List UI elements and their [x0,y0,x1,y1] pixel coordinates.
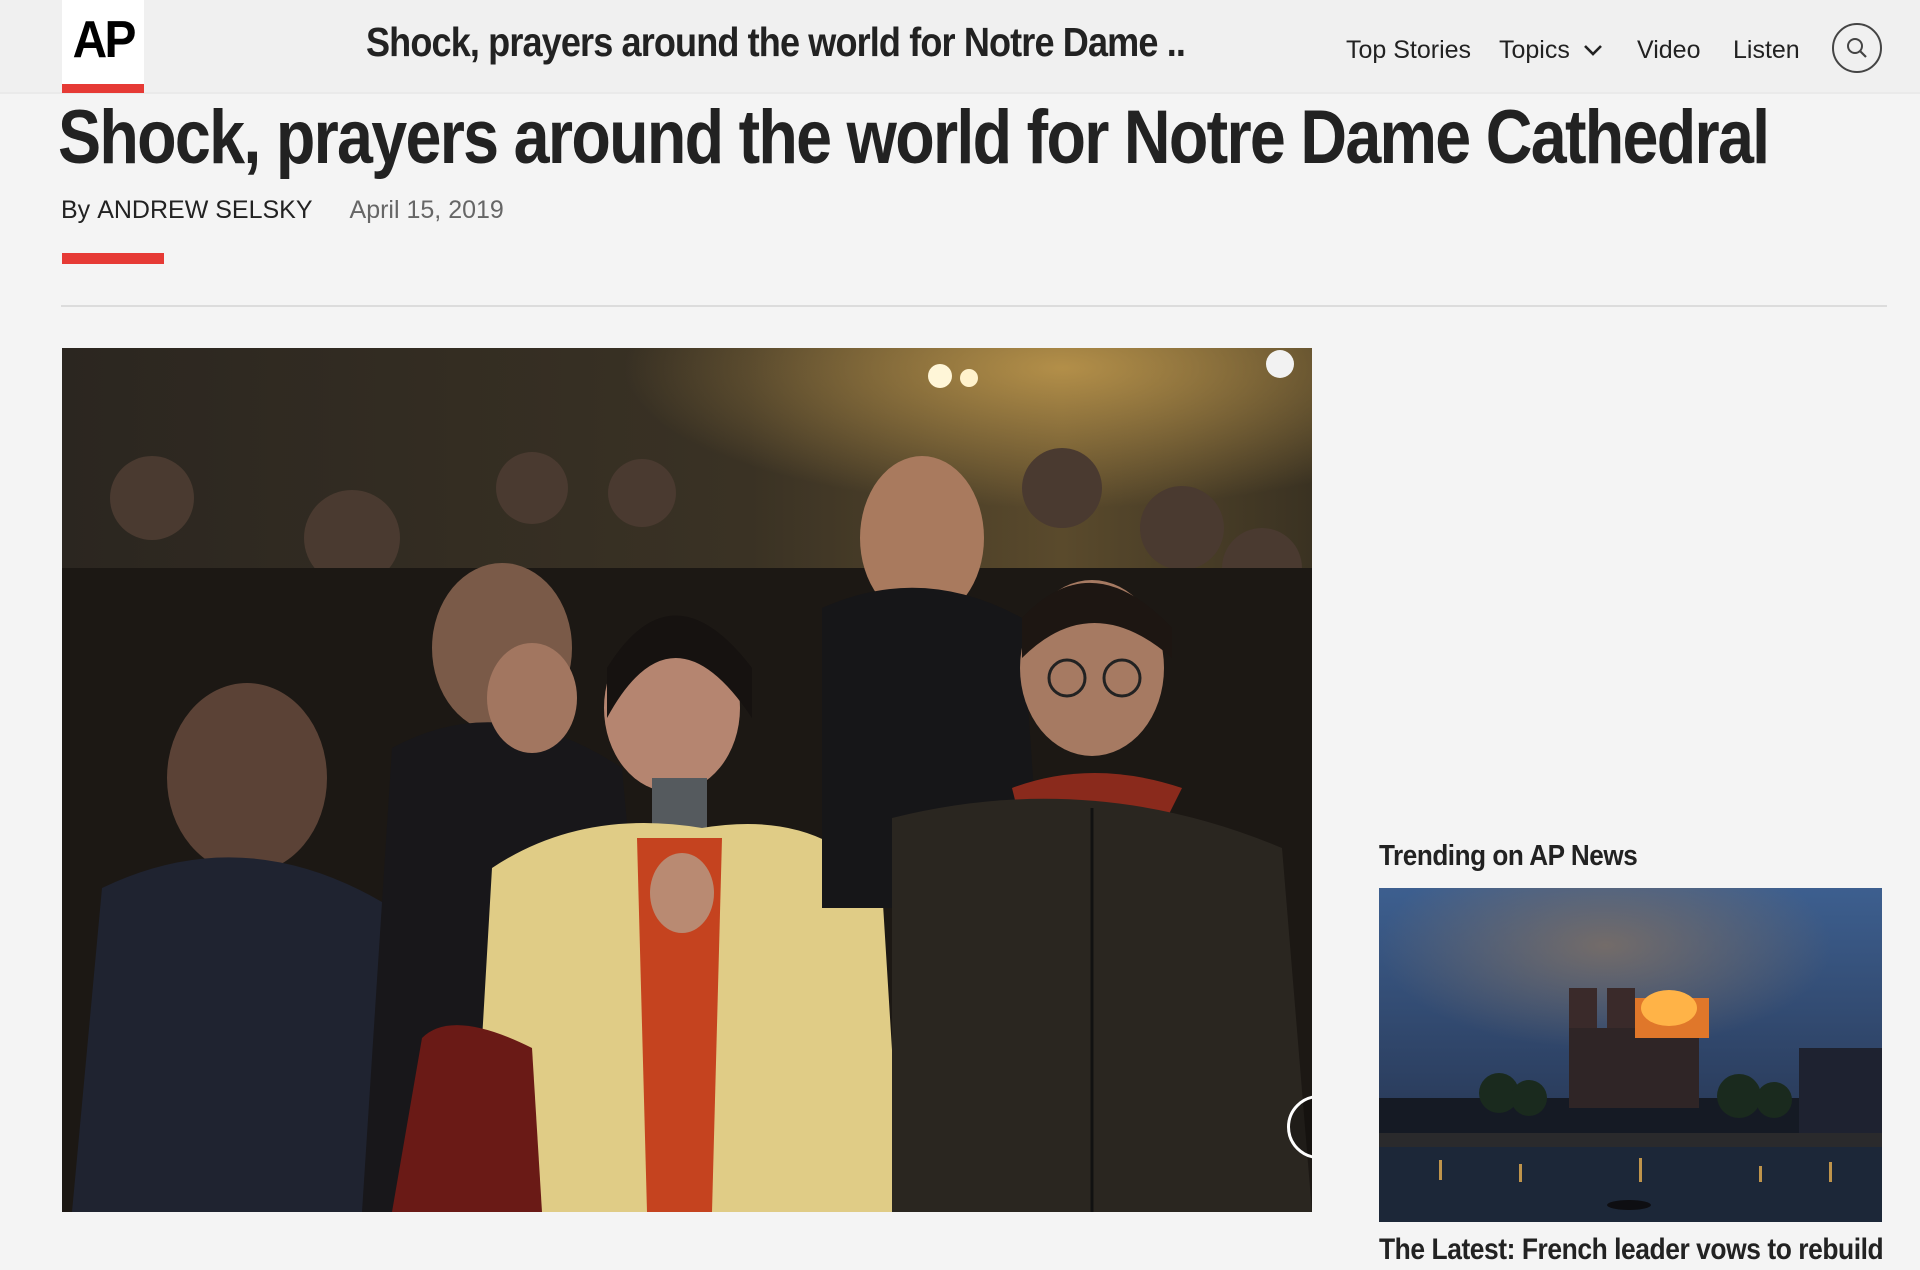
chevron-down-icon [1583,45,1602,56]
trending-section-title: Trending on AP News [1379,840,1638,872]
author-name[interactable]: ANDREW SELSKY [97,196,312,225]
trending-story-headline[interactable]: The Latest: French leader vows to rebuil… [1379,1230,1884,1270]
nav-listen[interactable]: Listen [1733,26,1800,74]
hero-photo[interactable] [62,348,1312,1212]
byline-prefix: By [61,195,91,224]
divider [61,305,1887,307]
nav-topics[interactable]: Topics [1499,26,1604,74]
ap-logo[interactable]: AP [62,0,144,84]
trending-story-image[interactable] [1379,888,1882,1222]
byline: By ANDREW SELSKY April 15, 2019 [61,192,504,228]
crowd-photo-image [62,348,1312,1212]
notre-dame-fire-image [1379,888,1882,1222]
site-header: AP Shock, prayers around the world for N… [0,0,1920,93]
nav-top-stories-label: Top Stories [1346,35,1472,64]
headline-accent-bar [62,253,164,264]
publish-date: April 15, 2019 [349,195,504,224]
nav-video[interactable]: Video [1637,26,1701,74]
header-article-title: Shock, prayers around the world for Notr… [366,19,1185,65]
nav-listen-label: Listen [1733,35,1800,64]
nav-video-label: Video [1637,35,1701,64]
search-button[interactable] [1832,23,1882,73]
nav-top-stories[interactable]: Top Stories [1346,26,1471,74]
article-headline: Shock, prayers around the world for Notr… [58,95,1770,180]
nav-topics-label: Topics [1499,35,1570,64]
logo-text: AP [72,11,137,69]
search-icon [1847,38,1867,58]
chevron-right-icon [1306,1114,1312,1140]
